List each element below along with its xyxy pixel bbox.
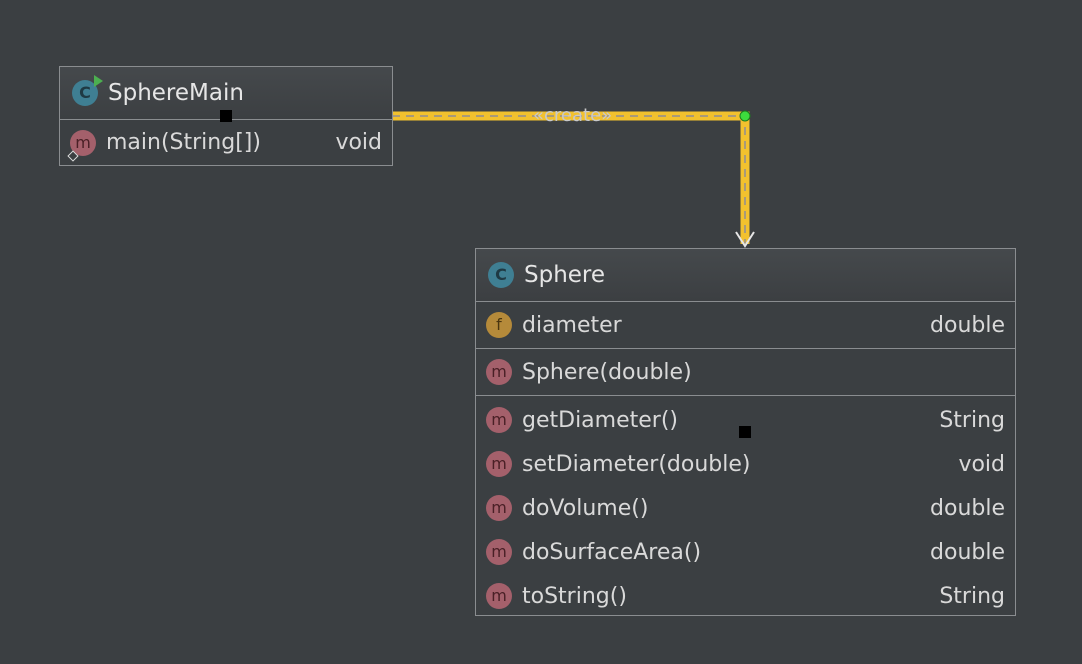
method-name: toString() [522, 583, 627, 609]
method-icon: m [486, 539, 512, 565]
field-row[interactable]: f diameter double [476, 302, 1015, 348]
method-return-type: void [958, 451, 1005, 477]
method-return-type: String [939, 583, 1005, 609]
class-name: Sphere [524, 262, 606, 288]
method-return-type: double [930, 539, 1005, 565]
class-header[interactable]: C Sphere [476, 249, 1015, 302]
constructor-name: Sphere(double) [522, 359, 692, 385]
method-name: setDiameter(double) [522, 451, 751, 477]
method-icon: m [486, 359, 512, 385]
field-type: double [930, 312, 1005, 338]
create-relation-path[interactable] [392, 111, 750, 244]
selection-handle[interactable] [739, 426, 751, 438]
static-icon [67, 149, 79, 162]
class-icon: C [72, 75, 103, 106]
constructors-section: m Sphere(double) [476, 349, 1015, 396]
method-icon: m [486, 451, 512, 477]
method-return-type: String [939, 407, 1005, 433]
class-name: SphereMain [108, 80, 244, 106]
method-row[interactable]: m setDiameter(double) void [476, 442, 1015, 486]
method-return-type: void [335, 130, 382, 155]
field-name: diameter [522, 312, 622, 338]
run-icon [94, 75, 103, 87]
constructor-row[interactable]: m Sphere(double) [476, 349, 1015, 395]
method-icon: m [486, 407, 512, 433]
method-name: doSurfaceArea() [522, 539, 702, 565]
create-relation-label: «create» [533, 105, 613, 126]
edge-junction-point[interactable] [739, 110, 751, 122]
method-icon: m [486, 583, 512, 609]
method-row[interactable]: m doSurfaceArea() double [476, 530, 1015, 574]
method-name: doVolume() [522, 495, 649, 521]
method-icon: m [67, 129, 96, 162]
method-icon: m [486, 495, 512, 521]
methods-section: m main(String[]) void [60, 120, 392, 165]
method-row[interactable]: m toString() String [476, 574, 1015, 618]
method-return-type: double [930, 495, 1005, 521]
fields-section: f diameter double [476, 302, 1015, 349]
selection-handle[interactable] [220, 110, 232, 122]
method-row[interactable]: m doVolume() double [476, 486, 1015, 530]
method-name: main(String[]) [106, 130, 261, 155]
field-icon: f [486, 312, 512, 338]
class-icon: C [488, 262, 514, 288]
method-row[interactable]: m main(String[]) void [60, 120, 392, 165]
method-name: getDiameter() [522, 407, 678, 433]
